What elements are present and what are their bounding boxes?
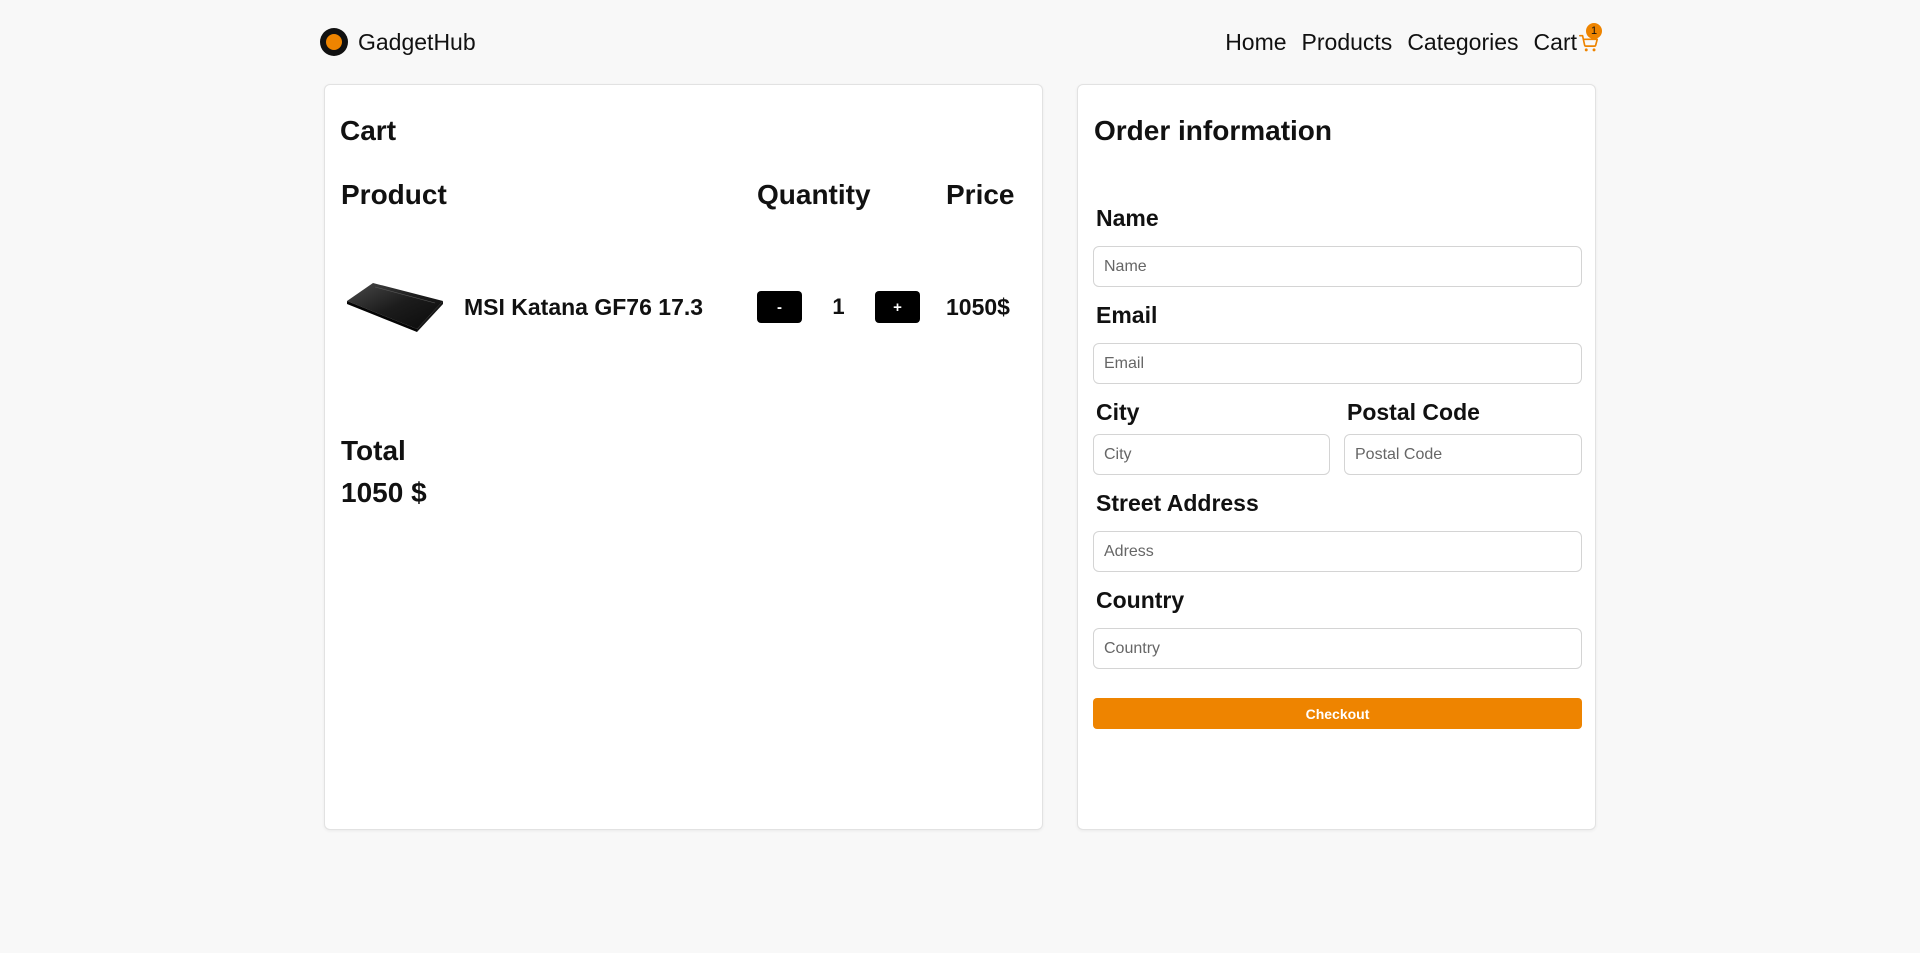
- cart-count-badge: 1: [1586, 22, 1602, 39]
- postal-code-label: Postal Code: [1347, 399, 1480, 425]
- brand-name: GadgetHub: [358, 28, 476, 55]
- column-header-quantity: Quantity: [757, 179, 871, 210]
- total-value: 1050 $: [341, 477, 427, 508]
- cart-panel: Cart Product Quantity Price MSI Katana G…: [324, 84, 1043, 830]
- main-nav: Home Products Categories Cart 1: [1225, 22, 1602, 56]
- email-field[interactable]: [1093, 343, 1582, 384]
- name-field[interactable]: [1093, 246, 1582, 287]
- street-address-label: Street Address: [1096, 490, 1259, 516]
- cart-title: Cart: [340, 115, 397, 146]
- order-panel: Order information Name Email City Postal…: [1077, 84, 1596, 830]
- cart-item-row: MSI Katana GF76 17.3 - 1 + 1050$: [325, 275, 1042, 345]
- site-header: GadgetHub Home Products Categories Cart …: [320, 22, 1602, 62]
- nav-cart[interactable]: Cart 1: [1533, 22, 1602, 56]
- column-header-price: Price: [946, 179, 1015, 210]
- city-field[interactable]: [1093, 434, 1330, 475]
- city-label: City: [1096, 399, 1140, 425]
- country-label: Country: [1096, 587, 1185, 613]
- quantity-value: 1: [832, 294, 845, 319]
- nav-products[interactable]: Products: [1302, 29, 1393, 56]
- total-label: Total: [341, 435, 406, 466]
- brand-link[interactable]: GadgetHub: [320, 28, 476, 56]
- product-image: [347, 283, 443, 332]
- brand-logo-icon: [320, 28, 348, 56]
- name-label: Name: [1096, 205, 1159, 231]
- column-header-product: Product: [341, 179, 447, 210]
- email-label: Email: [1096, 302, 1158, 328]
- order-title: Order information: [1094, 115, 1333, 146]
- country-field[interactable]: [1093, 628, 1582, 669]
- item-price: 1050$: [946, 294, 1010, 320]
- postal-code-field[interactable]: [1344, 434, 1582, 475]
- decrease-quantity-button[interactable]: -: [757, 291, 802, 323]
- street-address-field[interactable]: [1093, 531, 1582, 572]
- checkout-button[interactable]: Checkout: [1093, 698, 1582, 729]
- nav-categories[interactable]: Categories: [1407, 29, 1518, 56]
- product-name: MSI Katana GF76 17.3: [464, 294, 704, 320]
- nav-home[interactable]: Home: [1225, 29, 1286, 56]
- nav-cart-label: Cart: [1533, 28, 1577, 55]
- increase-quantity-button[interactable]: +: [875, 291, 920, 323]
